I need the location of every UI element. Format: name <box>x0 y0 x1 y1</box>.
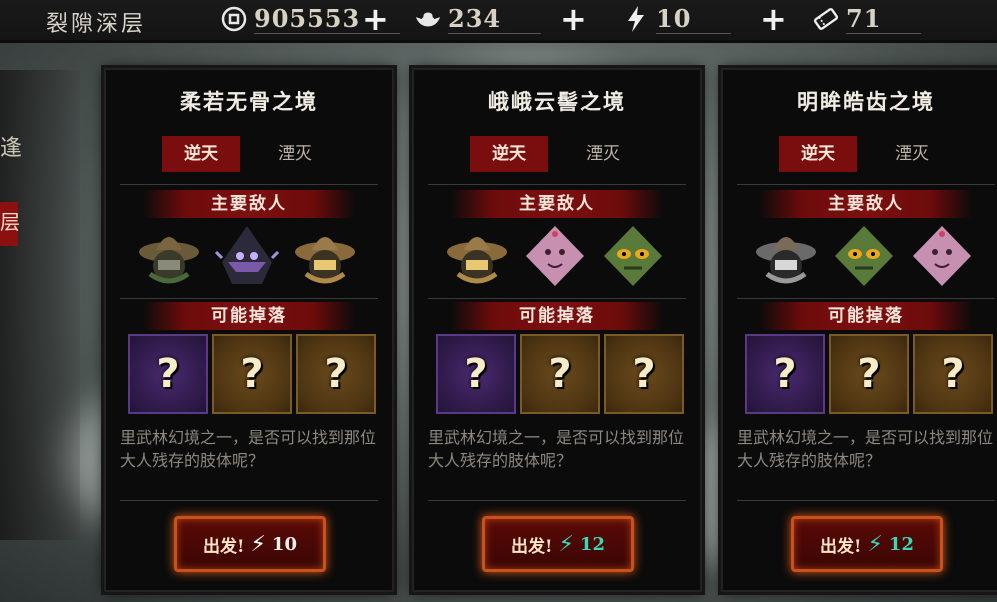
shadow-ninja-icon[interactable] <box>214 222 280 288</box>
straw-hat-bandit-icon[interactable] <box>136 222 202 288</box>
energy-resource: 10 <box>622 4 732 34</box>
unknown-drop-item[interactable]: ? <box>604 334 684 414</box>
drop-list: ? ? ? <box>733 334 997 414</box>
green-mask-icon[interactable] <box>831 222 897 288</box>
coin-icon <box>220 5 248 33</box>
dungeon-title: 柔若无骨之境 <box>180 89 318 114</box>
ingot-resource: 234 <box>414 4 542 34</box>
divider <box>737 184 995 185</box>
ticket-resource: 71 <box>812 4 922 34</box>
pink-blob-icon[interactable] <box>522 222 588 288</box>
tab-nitian[interactable]: 逆天 <box>470 136 548 172</box>
divider <box>737 500 995 501</box>
divider <box>737 298 995 299</box>
drops-banner: 可能掉落 <box>759 302 973 330</box>
side-menu: 逢 层 <box>0 70 80 540</box>
divider <box>428 184 686 185</box>
enemy-list <box>136 222 362 292</box>
drop-list: ? ? ? <box>424 334 690 414</box>
side-menu-item[interactable]: 逢 <box>0 130 22 162</box>
unknown-drop-item[interactable]: ? <box>745 334 825 414</box>
depart-button[interactable]: 出发! ⚡ 12 <box>482 516 634 572</box>
add-energy-button[interactable]: + <box>760 3 787 35</box>
unknown-drop-item[interactable]: ? <box>829 334 909 414</box>
straw-hat-bandit-icon[interactable] <box>292 222 358 288</box>
ingot-value: 234 <box>448 4 542 34</box>
dungeon-title: 明眸皓齿之境 <box>797 89 935 114</box>
enemies-banner: 主要敌人 <box>759 190 973 218</box>
dungeon-description: 里武林幻境之一，是否可以找到那位大人残存的肢体呢？ <box>120 428 377 470</box>
divider <box>428 298 686 299</box>
add-coin-button[interactable]: + <box>362 3 389 35</box>
ticket-value: 71 <box>846 4 922 34</box>
divider <box>120 184 378 185</box>
unknown-drop-item[interactable]: ? <box>212 334 292 414</box>
tab-nitian[interactable]: 逆天 <box>162 136 240 172</box>
unknown-drop-item[interactable]: ? <box>128 334 208 414</box>
tab-yanmie[interactable]: 湮灭 <box>873 136 951 172</box>
dungeon-title: 峨峨云髻之境 <box>488 89 626 114</box>
divider <box>120 298 378 299</box>
energy-value: 10 <box>656 4 732 34</box>
side-menu-item-active[interactable]: 层 <box>0 202 20 246</box>
dungeon-card: 峨峨云髻之境 逆天 湮灭 主要敌人 可能掉落 ? ? ? 里武林幻境之一，是否可… <box>412 68 702 592</box>
ticket-icon <box>812 5 840 33</box>
dungeon-card: 柔若无骨之境 逆天 湮灭 主要敌人 可能掉落 ? ? ? 里武林幻境之一，是否可… <box>104 68 394 592</box>
unknown-drop-item[interactable]: ? <box>436 334 516 414</box>
unknown-drop-item[interactable]: ? <box>913 334 993 414</box>
depart-button[interactable]: 出发! ⚡ 10 <box>174 516 326 572</box>
divider <box>120 500 378 501</box>
enemies-banner: 主要敌人 <box>450 190 664 218</box>
dungeon-description: 里武林幻境之一，是否可以找到那位大人残存的肢体呢？ <box>737 428 994 470</box>
tab-nitian[interactable]: 逆天 <box>779 136 857 172</box>
difficulty-tabs: 逆天 湮灭 <box>162 136 334 172</box>
straw-hat-bandit-icon[interactable] <box>753 222 819 288</box>
unknown-drop-item[interactable]: ? <box>296 334 376 414</box>
dungeon-card: 明眸皓齿之境 逆天 湮灭 主要敌人 可能掉落 ? ? ? 里武林幻境之一，是否可… <box>721 68 997 592</box>
energy-cost: 12 <box>888 533 914 555</box>
lightning-icon: ⚡ <box>558 531 574 557</box>
drops-banner: 可能掉落 <box>142 302 356 330</box>
unknown-drop-item[interactable]: ? <box>520 334 600 414</box>
enemies-banner: 主要敌人 <box>142 190 356 218</box>
straw-hat-bandit-icon[interactable] <box>444 222 510 288</box>
page-title: 裂隙深层 <box>46 12 147 37</box>
add-ingot-button[interactable]: + <box>560 3 587 35</box>
lightning-icon <box>622 5 650 33</box>
silver-ingot-icon <box>414 5 442 33</box>
tab-yanmie[interactable]: 湮灭 <box>256 136 334 172</box>
difficulty-tabs: 逆天 湮灭 <box>779 136 951 172</box>
tab-yanmie[interactable]: 湮灭 <box>564 136 642 172</box>
top-bar: 裂隙深层 905553 + 234 + 10 + 71 <box>0 0 997 43</box>
pink-blob-icon[interactable] <box>909 222 975 288</box>
energy-cost: 10 <box>271 533 297 555</box>
depart-label: 出发! <box>511 536 553 557</box>
depart-button[interactable]: 出发! ⚡ 12 <box>791 516 943 572</box>
difficulty-tabs: 逆天 湮灭 <box>470 136 642 172</box>
depart-label: 出发! <box>820 536 862 557</box>
divider <box>428 500 686 501</box>
enemy-list <box>753 222 979 292</box>
energy-cost: 12 <box>579 533 605 555</box>
lightning-icon: ⚡ <box>250 531 266 557</box>
dungeon-description: 里武林幻境之一，是否可以找到那位大人残存的肢体呢？ <box>428 428 685 470</box>
drops-banner: 可能掉落 <box>450 302 664 330</box>
drop-list: ? ? ? <box>116 334 382 414</box>
enemy-list <box>444 222 670 292</box>
green-mask-icon[interactable] <box>600 222 666 288</box>
depart-label: 出发! <box>203 536 245 557</box>
lightning-icon: ⚡ <box>867 531 883 557</box>
